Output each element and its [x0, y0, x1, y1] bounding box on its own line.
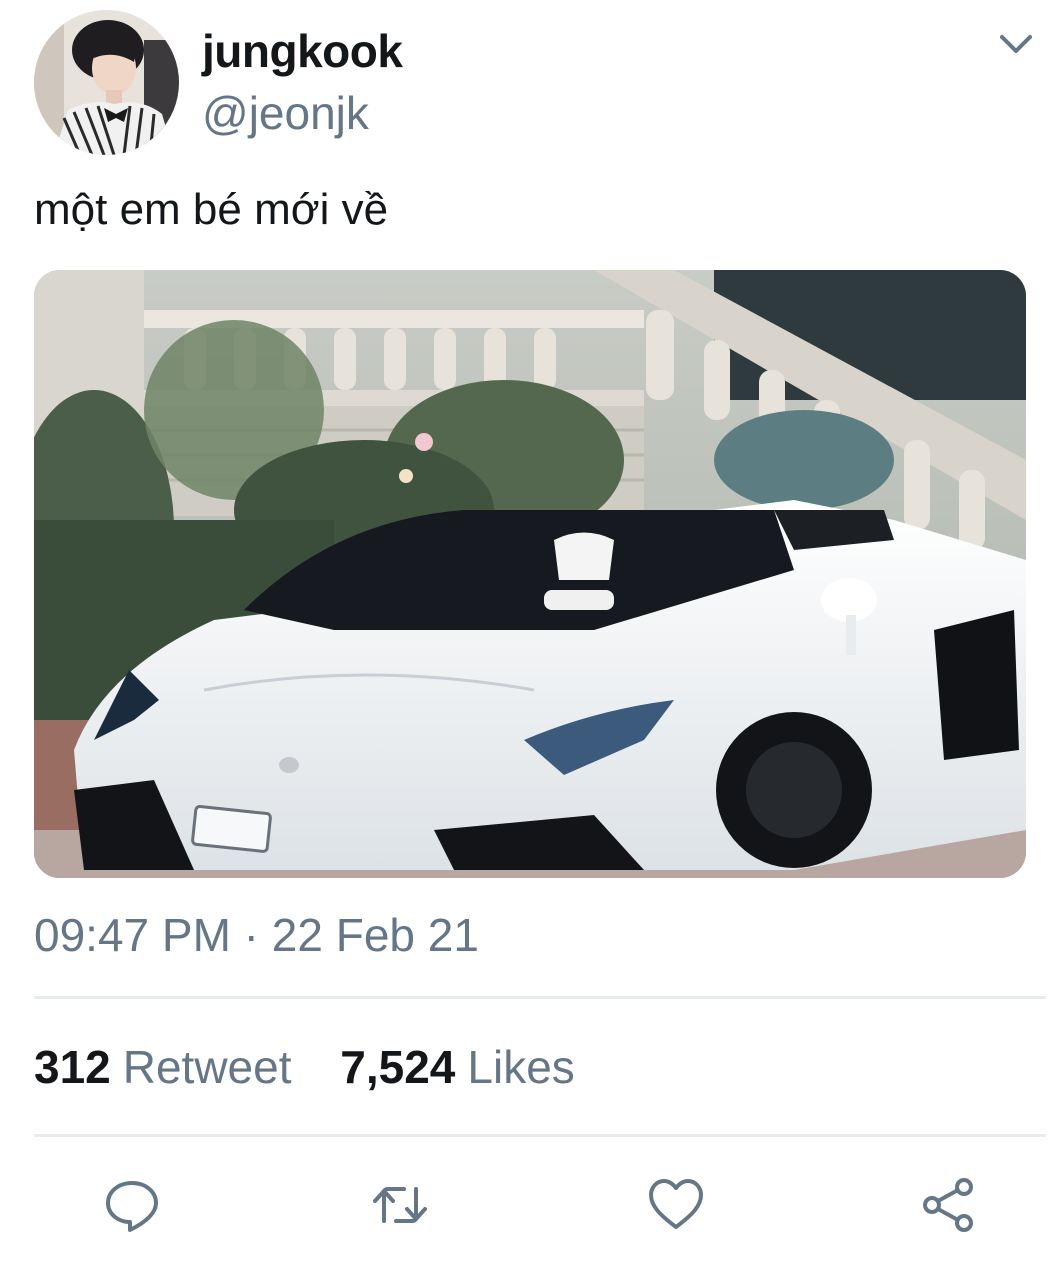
tweet-text: một em bé mới về	[34, 185, 389, 234]
share-icon	[923, 1178, 973, 1232]
reply-button[interactable]	[102, 1175, 162, 1235]
retweet-button[interactable]	[370, 1175, 430, 1235]
likes-stat[interactable]: 7,524 Likes	[340, 1040, 575, 1094]
display-name[interactable]: jungkook	[202, 24, 403, 78]
tweet-media-image[interactable]	[34, 270, 1026, 878]
retweets-label: Retweet	[122, 1041, 292, 1093]
reply-icon	[106, 1181, 158, 1232]
user-handle[interactable]: @jeonjk	[202, 86, 369, 140]
retweets-count: 312	[34, 1041, 111, 1093]
avatar-image	[34, 10, 179, 155]
tweet-timestamp[interactable]: 09:47 PM · 22 Feb 21	[34, 908, 479, 962]
like-button[interactable]	[646, 1175, 706, 1235]
tweet-stats: 312 Retweet 7,524 Likes	[34, 1040, 575, 1094]
heart-icon	[649, 1179, 703, 1229]
retweets-stat[interactable]: 312 Retweet	[34, 1040, 292, 1094]
likes-count: 7,524	[340, 1041, 456, 1093]
divider	[34, 996, 1046, 999]
avatar[interactable]	[34, 10, 179, 155]
chevron-down-icon[interactable]	[996, 24, 1036, 64]
divider	[34, 1134, 1046, 1137]
car-photo	[34, 270, 1026, 878]
share-button[interactable]	[918, 1175, 978, 1235]
tweet-header: jungkook @jeonjk	[0, 0, 1062, 160]
retweet-icon	[373, 1187, 427, 1223]
likes-label: Likes	[467, 1041, 575, 1093]
